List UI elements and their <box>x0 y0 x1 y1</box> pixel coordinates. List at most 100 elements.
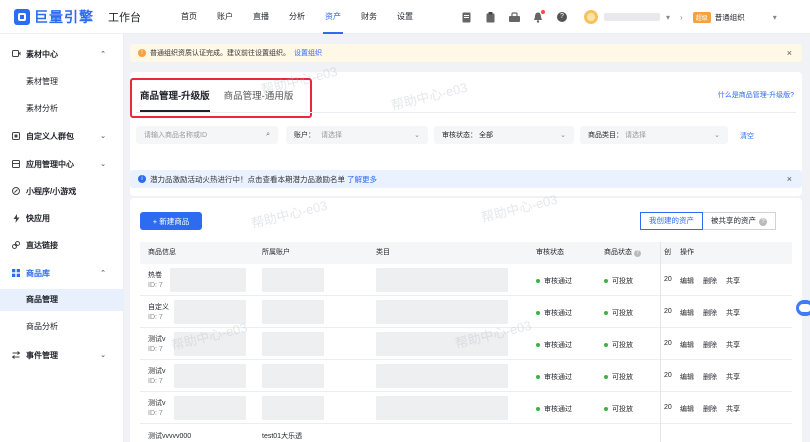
sidebar-group-event[interactable]: 事件管理 ⌄ <box>0 347 124 363</box>
nav-home[interactable]: 首页 <box>171 0 207 34</box>
app-icon <box>12 160 20 168</box>
col-product-info: 商品信息 <box>148 249 176 256</box>
edit-button[interactable]: 编辑 <box>680 374 694 381</box>
sidebar-group-miniapp[interactable]: 小程序/小游戏 <box>0 183 124 199</box>
edit-button[interactable]: 编辑 <box>680 310 694 317</box>
review-status-select[interactable]: 审核状态： 全部 ⌄ <box>434 126 574 144</box>
sidebar-group-product-library[interactable]: 商品库 ⌃ <box>0 265 124 281</box>
tools-icon[interactable] <box>508 11 520 23</box>
share-button[interactable]: 共享 <box>726 374 740 381</box>
col-product-status-label: 商品状态 <box>604 249 632 256</box>
sidebar-item-product-analysis[interactable]: 商品分析 <box>0 316 124 338</box>
nav-account[interactable]: 账户 <box>207 0 243 34</box>
my-assets-tab[interactable]: 我创建的资产 <box>640 212 703 230</box>
category-select[interactable]: 商品类目： 请选择 ⌄ <box>580 126 728 144</box>
top-nav: 首页 账户 直播 分析 资产 财务 设置 <box>171 0 423 34</box>
chevron-down-icon[interactable]: ▾ <box>666 13 670 22</box>
delete-button[interactable]: 删除 <box>703 342 717 349</box>
delete-button[interactable]: 删除 <box>703 278 717 285</box>
chevron-down-icon: ⌄ <box>100 133 106 140</box>
product-name[interactable]: 热卷 <box>148 270 162 280</box>
table-row: 测试v ID: 7 审核通过 可投放 20 编辑 删除 共享 <box>140 328 792 360</box>
product-id: ID: 7 <box>148 378 163 385</box>
redacted-block <box>376 332 508 356</box>
sidebar-group-direct-link[interactable]: 直达链接 <box>0 237 124 253</box>
edit-button[interactable]: 编辑 <box>680 278 694 285</box>
edit-button[interactable]: 编辑 <box>680 342 694 349</box>
redacted-block <box>262 300 324 324</box>
assistant-robot-icon[interactable] <box>796 294 810 324</box>
clear-filters-link[interactable]: 清空 <box>740 131 754 141</box>
share-button[interactable]: 共享 <box>726 342 740 349</box>
product-name[interactable]: 测试v <box>148 366 166 376</box>
account-name: test01大乐透 <box>262 433 303 440</box>
delete-button[interactable]: 删除 <box>703 310 717 317</box>
product-name[interactable]: 自定义 <box>148 302 169 312</box>
chevron-down-icon[interactable]: ▾ <box>773 13 777 22</box>
row-actions: 编辑 删除 共享 <box>680 340 749 350</box>
learn-more-link[interactable]: 了解更多 <box>347 174 377 185</box>
nav-assets[interactable]: 资产 <box>315 0 351 34</box>
edit-button[interactable]: 编辑 <box>680 406 694 413</box>
what-is-upgraded-link[interactable]: 什么是商品管理-升级版? <box>718 90 794 100</box>
search-input[interactable]: 请输入商品名称或ID ⌕ <box>136 126 278 144</box>
share-button[interactable]: 共享 <box>726 278 740 285</box>
sidebar-group-app[interactable]: 应用管理中心 ⌄ <box>0 156 124 172</box>
sidebar-item-product-manage[interactable]: 商品管理 <box>0 289 124 311</box>
account-select[interactable]: 账户： 请选择 ⌄ <box>286 126 428 144</box>
shared-assets-tab[interactable]: 被共享的资产? <box>703 212 776 230</box>
search-placeholder: 请输入商品名称或ID <box>144 132 207 139</box>
sidebar-group-material[interactable]: 素材中心 ⌃ <box>0 46 124 62</box>
chevron-down-icon: ⌄ <box>414 132 420 139</box>
created-date: 20 <box>664 308 672 315</box>
sidebar-item-material-manage[interactable]: 素材管理 <box>0 71 124 93</box>
help-icon[interactable]: ? <box>556 11 568 23</box>
nav-settings[interactable]: 设置 <box>387 0 423 34</box>
event-icon <box>11 351 21 359</box>
nav-finance[interactable]: 财务 <box>351 0 387 34</box>
redacted-block <box>174 396 246 420</box>
review-status-text: 审核通过 <box>544 342 572 349</box>
miniapp-icon <box>12 187 20 195</box>
product-status-text: 可投放 <box>612 310 633 317</box>
redacted-block <box>262 364 324 388</box>
logo-text: 巨量引擎 <box>34 8 94 25</box>
logo[interactable]: 巨量引擎 <box>14 7 94 27</box>
status-dot <box>536 375 540 380</box>
notice-text: 普通组织资质认证完成。建议前往设置组织。 <box>150 50 290 57</box>
grid-icon <box>12 269 20 277</box>
bell-icon[interactable] <box>532 10 545 23</box>
avatar[interactable] <box>584 10 598 24</box>
share-button[interactable]: 共享 <box>726 406 740 413</box>
org-name[interactable]: 普通组织 <box>715 12 745 23</box>
new-product-button[interactable]: + 新建商品 <box>140 212 202 230</box>
delete-button[interactable]: 删除 <box>703 374 717 381</box>
created-date: 20 <box>664 340 672 347</box>
product-name[interactable]: 测试v <box>148 398 166 408</box>
document-icon[interactable] <box>460 11 472 23</box>
delete-button[interactable]: 删除 <box>703 406 717 413</box>
shared-assets-label: 被共享的资产 <box>711 216 756 225</box>
sidebar-item-material-analysis[interactable]: 素材分析 <box>0 98 124 120</box>
video-icon <box>12 50 21 58</box>
product-name[interactable]: 测试vvvvv000 <box>148 431 191 441</box>
close-icon[interactable]: × <box>787 48 792 58</box>
status-dot <box>604 311 608 316</box>
nav-live[interactable]: 直播 <box>243 0 279 34</box>
main-content: ! 普通组织资质认证完成。建议前往设置组织。 设置组织 × 商品管理-升级版 商… <box>124 34 810 442</box>
sidebar-group-quickapp[interactable]: 快应用 <box>0 210 124 226</box>
setup-org-link[interactable]: 设置组织 <box>294 48 322 58</box>
created-date: 20 <box>664 372 672 379</box>
account-name-redacted[interactable] <box>604 13 660 21</box>
chevron-down-icon: ⌄ <box>100 352 106 359</box>
clipboard-icon[interactable] <box>484 11 496 23</box>
nav-analysis[interactable]: 分析 <box>279 0 315 34</box>
product-name[interactable]: 测试v <box>148 334 166 344</box>
redacted-block <box>376 396 508 420</box>
redacted-block <box>262 396 324 420</box>
share-button[interactable]: 共享 <box>726 310 740 317</box>
close-icon[interactable]: × <box>787 174 792 184</box>
redacted-block <box>376 300 508 324</box>
sidebar-group-crowd[interactable]: 自定义人群包 ⌄ <box>0 128 124 144</box>
flash-icon <box>12 214 20 223</box>
